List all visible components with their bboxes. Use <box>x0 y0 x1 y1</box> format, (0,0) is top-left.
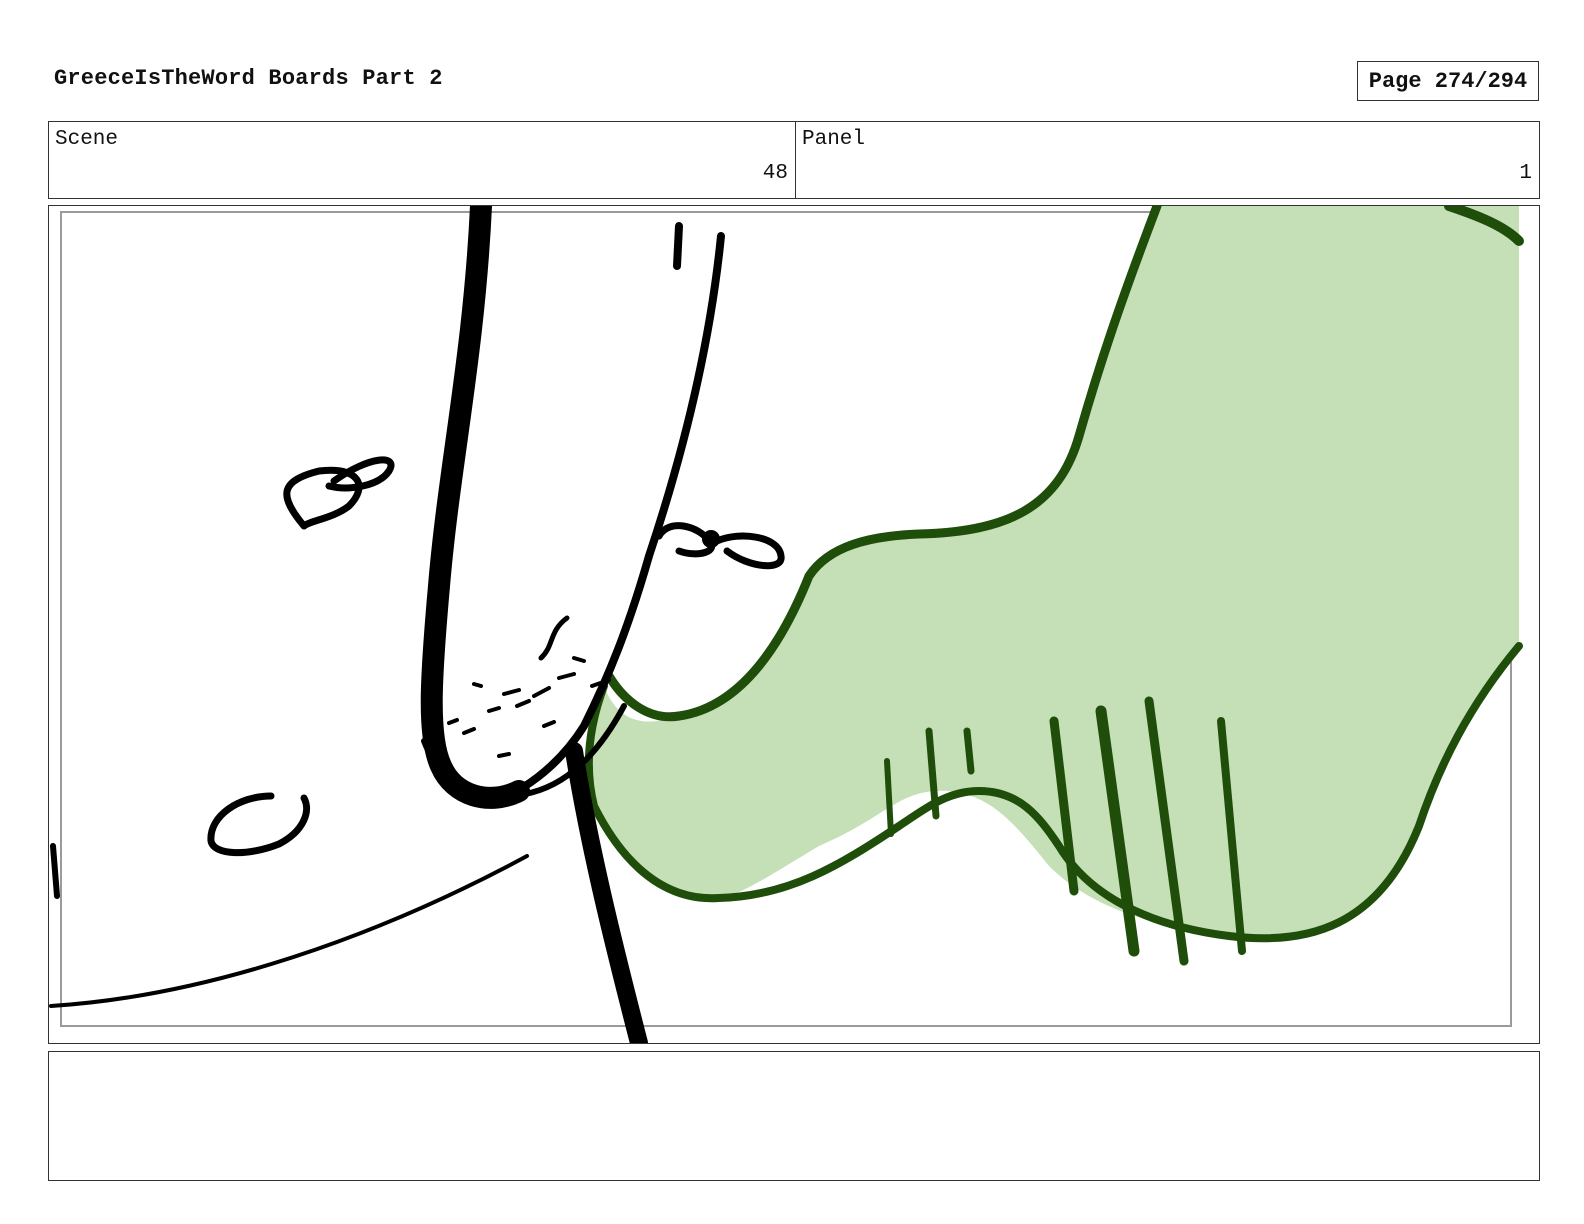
stubble-dashes <box>447 656 611 758</box>
top-tick-mark <box>673 222 683 270</box>
panel-cell: Panel 1 <box>796 122 1539 198</box>
swirl-mark-right <box>655 522 785 570</box>
green-shape <box>584 206 1524 966</box>
scene-label: Scene <box>55 128 119 151</box>
c-mark <box>207 792 311 857</box>
lower-long-curve <box>49 854 529 1008</box>
document-title: GreeceIsTheWord Boards Part 2 <box>54 66 443 91</box>
spiral-mark-left <box>283 456 395 530</box>
scene-panel-row: Scene 48 Panel 1 <box>48 121 1540 199</box>
panel-value: 1 <box>1519 162 1532 185</box>
ink-sketch <box>49 206 785 1043</box>
storyboard-sketch <box>49 206 1524 1043</box>
thick-vertical-stroke <box>420 206 530 809</box>
swirl-dot <box>702 530 720 548</box>
squiggle-mark <box>538 615 570 661</box>
page-indicator: Page 274/294 <box>1357 61 1539 101</box>
left-edge-mark <box>50 843 60 899</box>
storyboard-frame <box>48 205 1540 1044</box>
scene-value: 48 <box>762 162 788 185</box>
scene-cell: Scene 48 <box>49 122 796 198</box>
green-shape-fill <box>588 206 1519 939</box>
notes-box <box>48 1051 1540 1181</box>
panel-label: Panel <box>802 128 866 151</box>
